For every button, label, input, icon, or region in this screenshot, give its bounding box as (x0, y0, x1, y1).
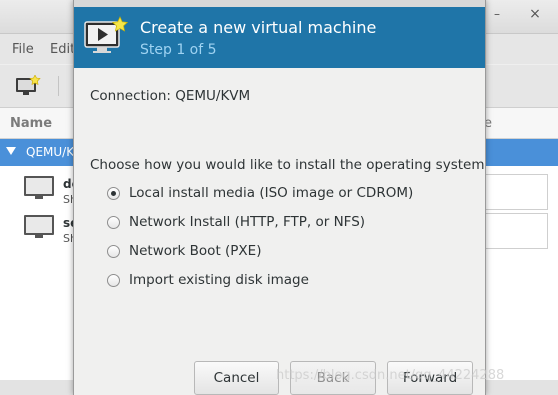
connection-label: Connection: QEMU/KVM (90, 88, 251, 104)
column-header-name[interactable]: Name (10, 116, 52, 131)
monitor-icon (24, 176, 54, 199)
radio-label: Network Install (HTTP, FTP, or NFS) (129, 214, 366, 230)
new-vm-icon (84, 16, 128, 53)
expander-arrow-icon[interactable] (6, 147, 16, 155)
step-indicator: Step 1 of 5 (140, 42, 217, 58)
toolbar-separator (58, 76, 59, 96)
install-method-heading: Choose how you would like to install the… (90, 157, 485, 173)
menu-edit[interactable]: Edit (50, 42, 75, 57)
close-button[interactable]: × (528, 7, 542, 21)
new-vm-icon[interactable] (15, 75, 41, 97)
menu-file[interactable]: File (12, 42, 34, 57)
dialog-titlebar (74, 0, 485, 7)
radio-button[interactable] (107, 245, 120, 258)
cpu-usage-graph (484, 174, 548, 210)
radio-label: Network Boot (PXE) (129, 243, 262, 259)
radio-button[interactable] (107, 216, 120, 229)
dialog-header: Create a new virtual machine Step 1 of 5 (74, 7, 485, 68)
dialog-title: Create a new virtual machine (140, 18, 377, 37)
radio-button[interactable] (107, 274, 120, 287)
radio-button-checked[interactable] (107, 187, 120, 200)
cpu-usage-graph (484, 213, 548, 249)
back-button[interactable]: Back (290, 361, 376, 395)
monitor-icon (24, 215, 54, 238)
radio-label: Import existing disk image (129, 272, 309, 288)
forward-button[interactable]: Forward (387, 361, 473, 395)
radio-label: Local install media (ISO image or CDROM) (129, 185, 414, 201)
new-vm-dialog: Create a new virtual machine Step 1 of 5… (73, 0, 486, 395)
minimize-button[interactable]: – (490, 7, 504, 21)
cancel-button[interactable]: Cancel (194, 361, 279, 395)
